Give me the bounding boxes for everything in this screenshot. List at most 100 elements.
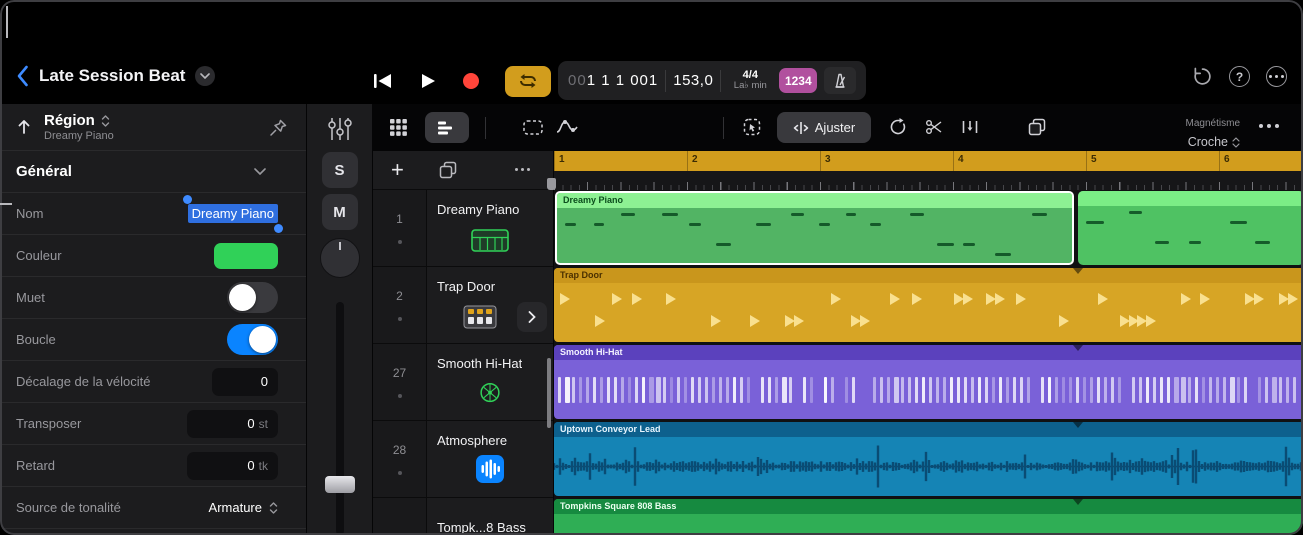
top-bar: Late Session Beat 001 1 1 001 [0, 0, 1303, 104]
key-source-select[interactable]: Armature [209, 500, 278, 515]
undo-history-icon[interactable] [1192, 66, 1213, 87]
mute-toggle[interactable] [227, 282, 278, 313]
track-disclosure-button[interactable] [517, 302, 547, 332]
track-list-header: + [373, 151, 553, 190]
project-title[interactable]: Late Session Beat [39, 66, 185, 86]
delay-field[interactable]: 0tk [187, 452, 278, 480]
tracks-area: Dreamy Piano Trap Door Smooth Hi-Hat [554, 190, 1303, 535]
record-button[interactable] [463, 73, 479, 89]
track-row-tompkins-bass[interactable]: Tompk...8 Bass [373, 498, 553, 535]
toolbar-divider [723, 117, 724, 139]
inspector-title-block[interactable]: Région Dreamy Piano [44, 112, 114, 142]
track-name[interactable]: Dreamy Piano [437, 202, 519, 217]
trim-button[interactable]: Ajuster [777, 112, 871, 143]
region-trap-door[interactable]: Trap Door [554, 268, 1303, 342]
region-row-3: Smooth Hi-Hat [554, 344, 1303, 421]
count-in-button[interactable]: 1234 [779, 68, 817, 93]
selection-handle-start[interactable] [183, 195, 192, 204]
track-header-list: + 1 Dreamy Piano 2 Trap Door [373, 151, 553, 535]
ruler-ticks [554, 171, 1303, 190]
copy-icon[interactable] [1028, 118, 1046, 136]
region-tompkins-square-808-bass[interactable]: Tompkins Square 808 Bass [554, 499, 1303, 535]
duplicate-track-icon[interactable] [439, 161, 457, 184]
more-options-icon[interactable] [1266, 66, 1287, 87]
section-general[interactable]: Général [0, 151, 306, 193]
region-inspector: Région Dreamy Piano Général Nom Dreamy P… [0, 104, 306, 535]
toolbar-more-icon[interactable] [1259, 124, 1279, 128]
track-row-trap-door[interactable]: 2 Trap Door [373, 267, 553, 344]
multiselect-icon[interactable] [743, 118, 761, 136]
volume-fader-track[interactable] [336, 302, 344, 535]
loop-region-icon[interactable] [889, 118, 907, 136]
volume-fader-handle[interactable] [325, 476, 355, 493]
play-button[interactable] [420, 72, 437, 90]
region-row-5: Tompkins Square 808 Bass [554, 498, 1303, 535]
inspector-up-icon[interactable] [16, 117, 32, 141]
track-name[interactable]: Trap Door [437, 279, 495, 294]
loop-toggle[interactable] [227, 324, 278, 355]
region-row-4: Uptown Conveyor Lead [554, 421, 1303, 498]
region-row-1: Dreamy Piano [554, 190, 1303, 267]
lcd-divider [665, 70, 666, 92]
logic-pro-window: Late Session Beat 001 1 1 001 [0, 0, 1303, 535]
pin-icon[interactable] [268, 118, 288, 143]
cycle-range-bar[interactable]: 1 2 3 4 5 6 [554, 151, 1303, 171]
drum-machine-icon [463, 305, 497, 334]
callout-line-left [0, 203, 12, 205]
tracks-view-button[interactable] [425, 112, 469, 143]
midi-notes [554, 360, 1303, 419]
bar-number: 1 [559, 154, 565, 165]
cycle-button[interactable] [505, 66, 551, 97]
join-icon[interactable] [961, 119, 979, 135]
grid-view-icon[interactable] [389, 118, 408, 137]
name-field[interactable]: Dreamy Piano [188, 205, 278, 223]
lcd-display[interactable]: 001 1 1 001 153,0 4/4La♭ min 1234 [558, 61, 866, 100]
transpose-field[interactable]: 0st [187, 410, 278, 438]
piano-icon [471, 229, 509, 257]
track-row-atmosphere[interactable]: 28 Atmosphere [373, 421, 553, 498]
automation-tool-icon[interactable] [556, 119, 578, 135]
go-to-beginning-button[interactable] [372, 72, 394, 90]
track-number: 27 [373, 344, 427, 420]
mixer-icon[interactable] [326, 116, 354, 147]
metronome-button[interactable] [824, 67, 856, 94]
region-dreamy-piano[interactable]: Dreamy Piano [555, 191, 1074, 265]
magnetism-control[interactable]: Magnétisme Croche [1130, 112, 1240, 152]
velocity-offset-field[interactable]: 0 [212, 368, 278, 396]
name-value-selected[interactable]: Dreamy Piano [188, 204, 278, 223]
track-row-dreamy-piano[interactable]: 1 Dreamy Piano [373, 190, 553, 267]
bar-ruler[interactable]: 1 2 3 4 5 6 [554, 151, 1303, 190]
split-scissors-icon[interactable] [925, 119, 943, 135]
add-track-button[interactable]: + [391, 157, 404, 183]
playhead-handle[interactable] [547, 178, 556, 190]
region-dreamy-piano-2[interactable] [1078, 191, 1303, 265]
inspector-header: Région Dreamy Piano [0, 104, 306, 151]
track-name[interactable]: Atmosphere [437, 433, 507, 448]
track-row-smooth-hihat[interactable]: 27 Smooth Hi-Hat [373, 344, 553, 421]
playhead-position: 001 1 1 001 [568, 72, 658, 89]
marquee-tool-icon[interactable] [523, 120, 543, 135]
vertical-scrollbar[interactable] [547, 358, 551, 428]
midi-notes [1078, 206, 1303, 265]
solo-button[interactable]: S [322, 152, 358, 188]
track-number [373, 498, 427, 535]
channel-strip: S M [307, 104, 372, 535]
back-icon[interactable] [16, 65, 29, 87]
audio-waveform [554, 437, 1303, 496]
region-smooth-hihat[interactable]: Smooth Hi-Hat [554, 345, 1303, 419]
project-menu-chevron-icon[interactable] [195, 66, 215, 86]
midi-notes [554, 283, 1303, 342]
signature-key-display[interactable]: 4/4La♭ min [728, 69, 772, 92]
region-uptown-conveyor-lead[interactable]: Uptown Conveyor Lead [554, 422, 1303, 496]
transport-controls [372, 62, 551, 100]
help-icon[interactable]: ? [1229, 66, 1250, 87]
pan-knob[interactable] [320, 238, 360, 278]
track-name[interactable]: Tompk...8 Bass [437, 520, 526, 535]
selection-handle-end[interactable] [274, 224, 283, 233]
track-list-more-icon[interactable] [515, 168, 530, 171]
mute-button[interactable]: M [322, 194, 358, 230]
color-swatch[interactable] [214, 243, 278, 269]
track-name[interactable]: Smooth Hi-Hat [437, 356, 522, 371]
row-nom: Nom Dreamy Piano [0, 193, 306, 235]
tempo-display[interactable]: 153,0 [673, 72, 713, 89]
